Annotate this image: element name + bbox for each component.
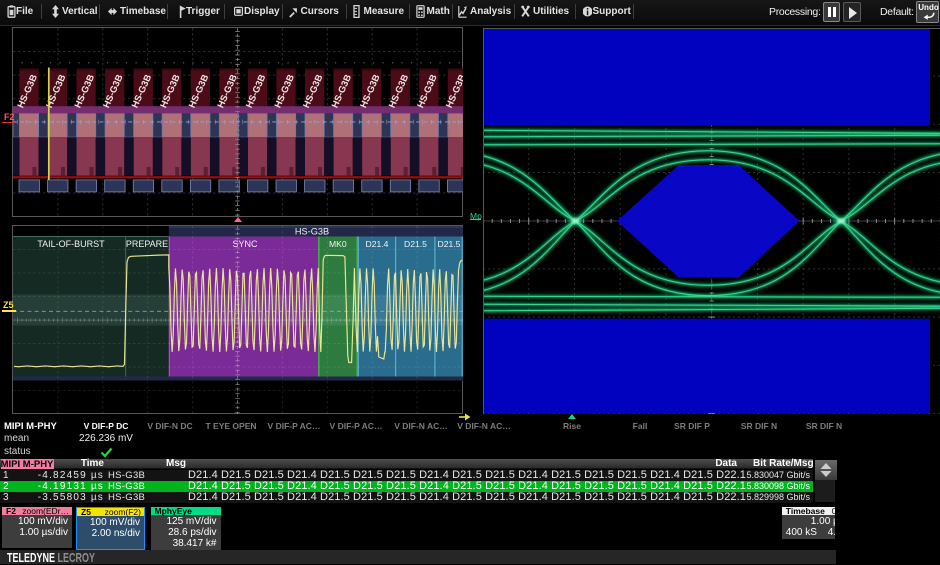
svg-text:D21.4: D21.4 xyxy=(366,239,389,249)
svg-text:TAIL-OF-BURST: TAIL-OF-BURST xyxy=(37,239,105,249)
svg-text:SYNC: SYNC xyxy=(232,239,258,249)
svg-text:HS-G3B: HS-G3B xyxy=(295,226,329,236)
svg-text:D21.5: D21.5 xyxy=(438,239,461,249)
svg-text:MK0: MK0 xyxy=(329,239,347,249)
svg-text:PREPARE: PREPARE xyxy=(126,239,168,249)
svg-text:D21.5: D21.5 xyxy=(404,239,427,249)
